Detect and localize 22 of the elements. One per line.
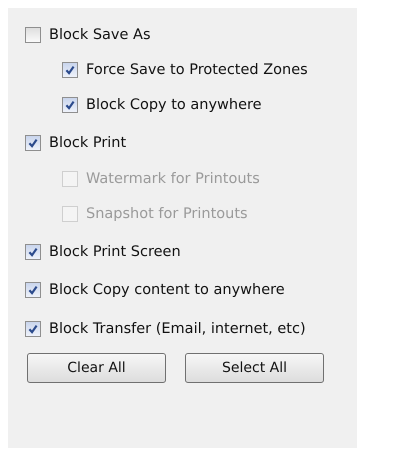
checkbox[interactable] [62,97,78,113]
option-label[interactable]: Block Save As [49,26,150,43]
check-icon [27,137,39,150]
check-icon [27,246,39,258]
option-label[interactable]: Block Copy to anywhere [86,97,262,113]
checkbox[interactable] [25,320,41,337]
checkbox[interactable] [25,26,41,43]
check-icon [27,322,39,335]
clear-all-button[interactable]: Clear All [27,352,166,382]
option-label[interactable]: Force Save to Protected Zones [86,62,308,78]
option-label[interactable]: Block Print Screen [49,244,181,260]
check-icon [27,284,39,296]
checkbox[interactable] [25,135,41,152]
option-label[interactable]: Block Transfer (Email, internet, etc) [49,320,306,337]
check-icon [64,64,76,76]
checkbox[interactable] [25,244,41,260]
option-label[interactable]: Block Print [49,135,126,152]
check-icon [64,99,76,111]
checkbox[interactable] [25,282,41,298]
checkbox[interactable] [62,62,78,78]
select-all-button[interactable]: Select All [185,352,324,382]
option-label[interactable]: Block Copy content to anywhere [49,282,285,298]
